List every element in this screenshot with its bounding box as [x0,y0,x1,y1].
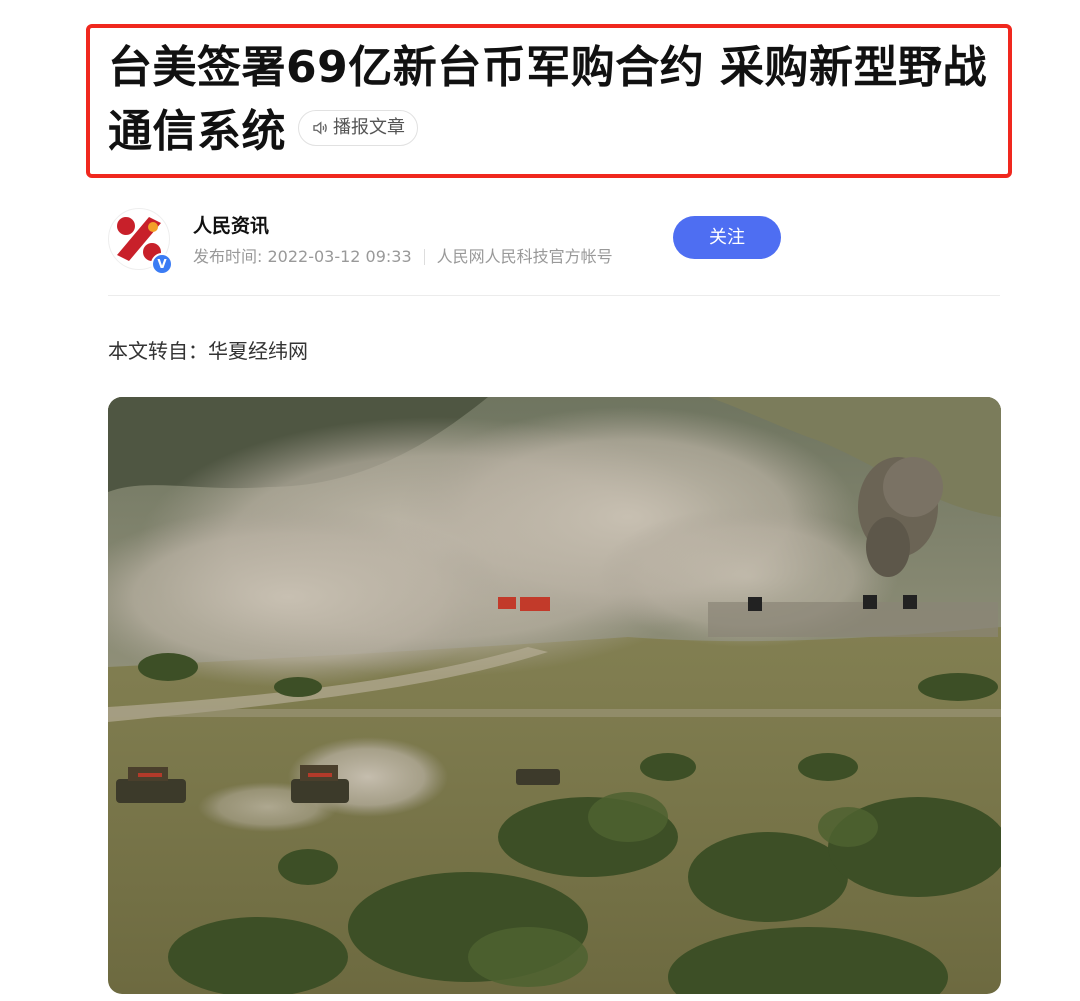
source-line: 本文转自：华夏经纬网 [108,339,308,363]
author-row: V 人民资讯 发布时间: 2022-03-12 09:33 人民网人民科技官方帐号… [108,205,1000,275]
follow-button[interactable]: 关注 [673,216,781,259]
author-avatar[interactable]: V [108,208,173,275]
header-divider [108,295,1000,296]
account-description: 人民网人民科技官方帐号 [436,247,613,266]
author-meta: 发布时间: 2022-03-12 09:33 人民网人民科技官方帐号 [193,243,613,267]
military-exercise-photo [108,397,1001,994]
article-photo [108,397,1001,994]
listen-article-button[interactable]: 播报文章 [298,110,418,146]
verified-icon: V [151,253,173,275]
author-name[interactable]: 人民资讯 [193,211,269,238]
speaker-icon [313,121,327,135]
listen-article-label: 播报文章 [333,117,405,138]
meta-divider [423,248,425,265]
article-title: 台美签署69亿新台币军购合约 采购新型野战通信系统 播报文章 [108,36,1008,164]
article-title-text: 台美签署69亿新台币军购合约 采购新型野战通信系统 [108,42,988,157]
publish-time: 发布时间: 2022-03-12 09:33 [193,247,412,266]
